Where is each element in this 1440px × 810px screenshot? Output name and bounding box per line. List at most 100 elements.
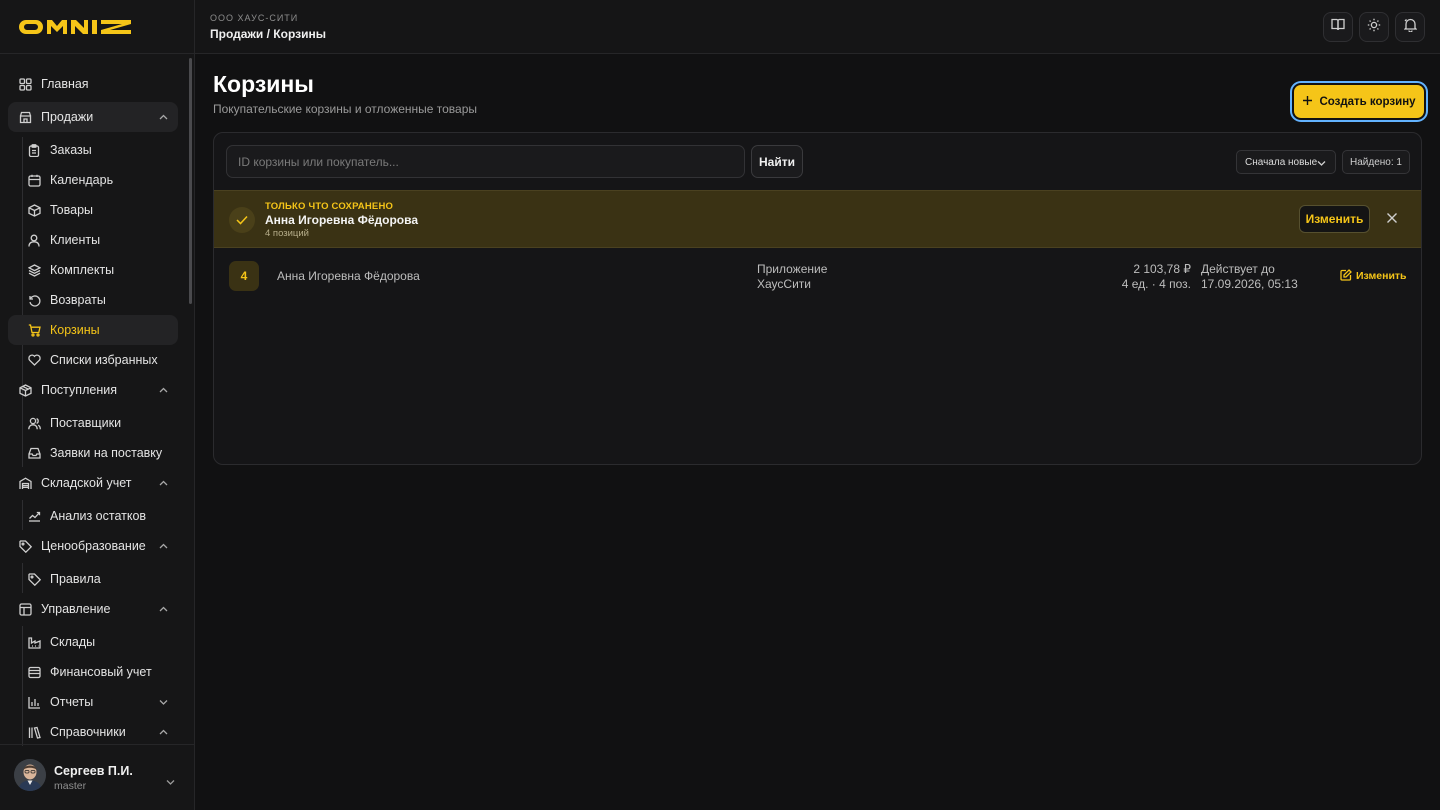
saved-banner-customer: Анна Игоревна Фёдорова — [265, 213, 419, 227]
clipboard-icon — [27, 143, 41, 157]
user-menu[interactable]: Сергеев П.И. master — [14, 759, 184, 793]
sidebar-item-stock-analysis[interactable]: Анализ остатков — [8, 501, 178, 531]
sidebar-item-label: Поставщики — [50, 416, 122, 430]
sidebar-item-receipts[interactable]: Поступления — [8, 375, 178, 405]
saved-banner: ТОЛЬКО ЧТО СОХРАНЕНО Анна Игоревна Фёдор… — [214, 190, 1421, 248]
sidebar-item-label: Возвраты — [50, 293, 106, 307]
plus-icon — [1302, 95, 1313, 109]
row-valid-date: 17.09.2026, 05:13 — [1201, 277, 1298, 291]
sidebar-item-label: Складской учет — [41, 476, 132, 490]
users-icon — [27, 416, 41, 430]
sidebar-item-clients[interactable]: Клиенты — [8, 225, 178, 255]
divider — [0, 53, 194, 54]
sidebar-item-label: Списки избранных — [50, 353, 158, 367]
sidebar-item-label: Продажи — [41, 110, 94, 124]
page-subtitle: Покупательские корзины и отложенные това… — [213, 102, 478, 116]
sidebar-item-label: Финансовый учет — [50, 665, 152, 679]
sidebar-item-reports[interactable]: Отчеты — [8, 687, 178, 717]
chevron-up-icon[interactable] — [158, 478, 168, 488]
sidebar-item-label: Правила — [50, 572, 101, 586]
create-cart-button[interactable]: Создать корзину — [1294, 85, 1424, 118]
saved-banner-tag: ТОЛЬКО ЧТО СОХРАНЕНО — [265, 201, 394, 212]
trend-icon — [27, 509, 41, 523]
layers-icon — [27, 263, 41, 277]
sidebar-item-label: Поступления — [41, 383, 117, 397]
sidebar-item-supply-requests[interactable]: Заявки на поставку — [8, 438, 178, 468]
chevron-up-icon[interactable] — [158, 604, 168, 614]
row-source: Приложение — [757, 262, 828, 276]
tag-icon — [18, 539, 32, 553]
row-edit-label: Изменить — [1356, 270, 1407, 282]
grid-icon — [18, 77, 32, 91]
sidebar-item-products[interactable]: Товары — [8, 195, 178, 225]
factory-icon — [27, 635, 41, 649]
row-source-store: ХаусСити — [757, 277, 811, 291]
warehouse-icon — [18, 476, 32, 490]
sidebar-item-management[interactable]: Управление — [8, 594, 178, 624]
user-role: master — [54, 780, 87, 792]
organization-name: ООО ХАУС-СИТИ — [210, 13, 299, 23]
notifications-button[interactable] — [1395, 12, 1425, 42]
bell-icon — [1402, 18, 1418, 37]
sidebar-item-label: Клиенты — [50, 233, 101, 247]
layout-icon — [18, 602, 32, 616]
wallet-icon — [27, 665, 41, 679]
row-edit-button[interactable]: Изменить — [1340, 268, 1407, 284]
sidebar-item-finance[interactable]: Финансовый учет — [8, 657, 178, 687]
calendar-icon — [27, 173, 41, 187]
chevron-up-icon[interactable] — [158, 385, 168, 395]
docs-button[interactable] — [1323, 12, 1353, 42]
sidebar-item-returns[interactable]: Возвраты — [8, 285, 178, 315]
close-icon[interactable] — [1386, 211, 1400, 225]
sidebar-item-label: Корзины — [50, 323, 100, 337]
chevron-down-icon[interactable] — [166, 772, 176, 785]
sort-select[interactable]: Сначала новые — [1236, 150, 1336, 174]
saved-banner-edit-button[interactable]: Изменить — [1299, 205, 1370, 233]
avatar — [14, 759, 46, 791]
sidebar-item-label: Отчеты — [50, 695, 94, 709]
sidebar-item-suppliers[interactable]: Поставщики — [8, 408, 178, 438]
sidebar-item-directories[interactable]: Справочники — [8, 717, 178, 747]
sidebar-item-label: Склады — [50, 635, 96, 649]
sidebar-item-carts[interactable]: Корзины — [8, 315, 178, 345]
topbar: ООО ХАУС-СИТИ Продажи / Корзины — [195, 0, 1440, 54]
sidebar-item-warehouses[interactable]: Склады — [8, 627, 178, 657]
inbox-icon — [27, 446, 41, 460]
tag-icon — [27, 572, 41, 586]
search-button[interactable]: Найти — [751, 145, 803, 178]
bar-chart-icon — [27, 695, 41, 709]
user-name: Сергеев П.И. — [54, 764, 133, 778]
row-total: 2 103,78 ₽ — [1133, 262, 1191, 276]
edit-icon — [1340, 268, 1352, 284]
sidebar-item-label: Заявки на поставку — [50, 446, 163, 460]
theme-toggle-button[interactable] — [1359, 12, 1389, 42]
sidebar-item-label: Товары — [50, 203, 93, 217]
sidebar-item-orders[interactable]: Заказы — [8, 135, 178, 165]
sidebar-item-sales[interactable]: Продажи — [8, 102, 178, 132]
sidebar-item-home[interactable]: Главная — [8, 69, 178, 99]
sidebar-scrollbar[interactable] — [189, 58, 192, 304]
sidebar-item-label: Анализ остатков — [50, 509, 147, 523]
sidebar-item-rules[interactable]: Правила — [8, 564, 178, 594]
chevron-up-icon[interactable] — [158, 727, 168, 737]
chevron-up-icon[interactable] — [158, 112, 168, 122]
row-valid-label: Действует до — [1201, 262, 1275, 276]
sidebar-item-favorites[interactable]: Списки избранных — [8, 345, 178, 375]
create-cart-label: Создать корзину — [1319, 95, 1416, 108]
omniz-logo[interactable] — [18, 18, 132, 36]
chevron-up-icon[interactable] — [158, 541, 168, 551]
breadcrumb[interactable]: Продажи / Корзины — [210, 27, 326, 41]
sidebar-item-calendar[interactable]: Календарь — [8, 165, 178, 195]
app: Главная Продажи Заказы Календарь Товары — [0, 0, 1440, 810]
sidebar-item-bundles[interactable]: Комплекты — [8, 255, 178, 285]
user-icon — [27, 233, 41, 247]
sidebar-item-pricing[interactable]: Ценообразование — [8, 531, 178, 561]
chevron-down-icon[interactable] — [158, 697, 168, 707]
table-row[interactable]: 4 Анна Игоревна Фёдорова Приложение Хаус… — [214, 249, 1421, 305]
sidebar-item-label: Ценообразование — [41, 539, 146, 553]
sidebar-item-warehouse-accounting[interactable]: Складской учет — [8, 468, 178, 498]
sun-icon — [1367, 18, 1381, 37]
search-input[interactable] — [226, 145, 745, 178]
sidebar: Главная Продажи Заказы Календарь Товары — [0, 0, 195, 810]
sidebar-item-label: Календарь — [50, 173, 114, 187]
